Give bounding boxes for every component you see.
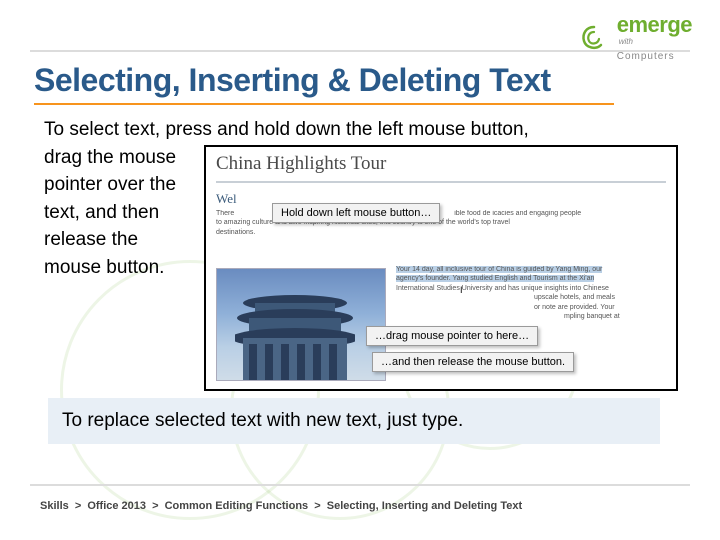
emerge-swirl-icon — [579, 23, 609, 53]
tooltip-drag-here: …drag mouse pointer to here… — [366, 326, 538, 346]
slide-title: Selecting, Inserting & Deleting Text — [34, 62, 551, 99]
body-line: release the — [44, 226, 204, 254]
body-line: mouse button. — [44, 254, 204, 282]
breadcrumb-sep: > — [75, 500, 81, 512]
figure-column2: Your 14 day, all inclusive tour of China… — [396, 265, 666, 322]
breadcrumb-sep: > — [314, 500, 320, 512]
brand-wordmark: emerge — [617, 12, 692, 37]
title-underline — [34, 103, 614, 105]
breadcrumb-item: Common Editing Functions — [165, 500, 309, 512]
brand-with: with — [619, 38, 692, 46]
figure-word-document: China Highlights Tour Wel There ible foo… — [204, 145, 678, 391]
brand-computers: Computers — [617, 51, 675, 62]
body-line: text, and then — [44, 199, 204, 227]
footer-divider — [30, 484, 690, 486]
figure-doc-title: China Highlights Tour — [206, 147, 676, 181]
breadcrumb: Skills > Office 2013 > Common Editing Fu… — [40, 500, 522, 512]
breadcrumb-sep: > — [152, 500, 158, 512]
body-line: drag the mouse — [44, 144, 204, 172]
tooltip-hold-down: Hold down left mouse button… — [272, 203, 440, 223]
figure-title-rule — [216, 181, 666, 183]
figure-photo-temple — [216, 268, 386, 381]
breadcrumb-item: Office 2013 — [87, 500, 146, 512]
brand-logo: emerge with Computers — [579, 12, 692, 64]
body-line: pointer over the — [44, 171, 204, 199]
tooltip-release: …and then release the mouse button. — [372, 352, 574, 372]
body-line: To select text, press and hold down the … — [44, 116, 676, 144]
header-divider — [30, 50, 690, 52]
breadcrumb-item: Selecting, Inserting and Deleting Text — [327, 500, 522, 512]
figure-selected-text: agency's founder. Yang studied English a… — [396, 275, 594, 282]
temple-illustration-icon — [235, 288, 355, 380]
figure-selected-text: Your 14 day, all inclusive tour of China… — [396, 266, 602, 273]
callout-box: To replace selected text with new text, … — [48, 398, 660, 444]
text-cursor-icon: I — [460, 285, 463, 295]
breadcrumb-item: Skills — [40, 500, 69, 512]
